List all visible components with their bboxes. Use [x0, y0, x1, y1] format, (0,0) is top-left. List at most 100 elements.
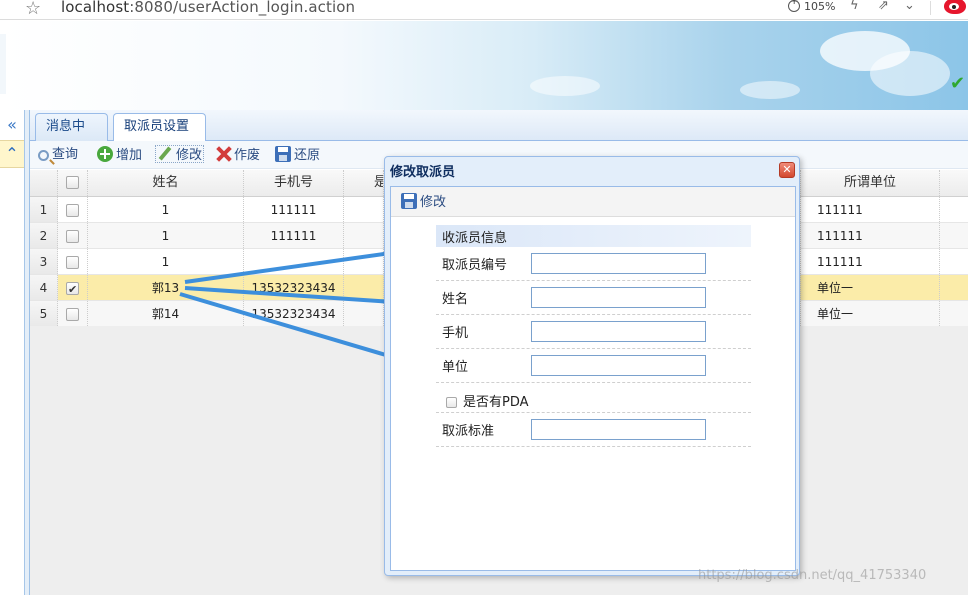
cell-phone: 13532323434	[244, 275, 344, 300]
field-label: 单位	[442, 360, 469, 375]
row-checkbox-cell[interactable]	[58, 249, 88, 274]
add-button[interactable]: 增加	[97, 146, 142, 164]
form-row-courier-no: 取派员编号	[436, 247, 751, 281]
row-number: 5	[30, 301, 58, 326]
has-pda-checkbox-label[interactable]: 是否有PDA	[446, 391, 529, 410]
edit-courier-dialog: 修改取派员 ✕ 修改 收派员信息 取派员编号 姓名 手机 单位 是否有PDA 取…	[384, 156, 800, 576]
row-checkbox[interactable]	[66, 230, 79, 243]
weibo-icon[interactable]	[944, 0, 966, 14]
zoom-icon	[788, 0, 800, 12]
standard-input[interactable]	[531, 419, 706, 440]
share-icon[interactable]: ⇗	[878, 0, 889, 13]
tab-courier-settings[interactable]: 取派员设置×	[113, 113, 206, 159]
header-banner: ✔	[0, 21, 968, 110]
chevron-down-icon[interactable]: ⌄	[904, 0, 915, 13]
section-title: 收派员信息	[442, 231, 508, 246]
plus-icon	[97, 146, 113, 162]
form-row-unit: 单位	[436, 349, 751, 383]
field-label: 手机	[442, 326, 469, 341]
double-chevron-up-icon[interactable]: ⌃	[0, 140, 24, 168]
cell-pda	[344, 301, 384, 326]
cell-unit: 单位一	[800, 301, 940, 326]
field-label: 取派员编号	[442, 258, 508, 273]
edit-button[interactable]: 修改	[155, 145, 205, 163]
cell-phone: 111111	[244, 223, 344, 248]
cell-pda	[344, 223, 384, 248]
save-icon	[401, 193, 417, 209]
cell-pda	[344, 249, 384, 274]
column-header-phone[interactable]: 手机号	[244, 170, 344, 196]
courier-no-input[interactable]	[531, 253, 706, 274]
form-row-name: 姓名	[436, 281, 751, 315]
cloud-decoration	[530, 76, 600, 96]
has-pda-checkbox[interactable]	[446, 397, 457, 408]
row-checkbox-cell[interactable]	[58, 223, 88, 248]
phone-input[interactable]	[531, 321, 706, 342]
row-number: 3	[30, 249, 58, 274]
field-label: 姓名	[442, 292, 469, 307]
column-header-pda[interactable]: 是	[344, 170, 384, 196]
save-icon	[275, 146, 291, 162]
close-icon[interactable]: ✕	[779, 162, 795, 178]
row-number: 1	[30, 197, 58, 222]
form-row-standard: 取派标准	[436, 413, 751, 447]
url-path: :8080/userAction_login.action	[129, 0, 356, 16]
lightning-icon[interactable]: ϟ	[850, 0, 859, 13]
search-icon	[38, 150, 49, 161]
column-header-unit[interactable]: 所谓单位	[800, 170, 940, 196]
row-checkbox[interactable]	[66, 204, 79, 217]
row-checkbox[interactable]	[66, 256, 79, 269]
star-icon[interactable]: ☆	[25, 0, 41, 19]
column-label: 所谓单位	[843, 175, 896, 190]
cloud-decoration	[740, 81, 800, 99]
select-all-checkbox[interactable]	[66, 176, 79, 189]
form-row-pda: 是否有PDA	[436, 383, 751, 413]
query-button[interactable]: 查询	[38, 146, 78, 164]
browser-address-bar: ☆ localhost:8080/userAction_login.action…	[0, 0, 968, 20]
unit-input[interactable]	[531, 355, 706, 376]
column-header-name[interactable]: 姓名	[88, 170, 244, 196]
cell-unit: 111111	[800, 197, 940, 222]
cell-unit: 111111	[800, 223, 940, 248]
zoom-button[interactable]: 105%	[788, 0, 835, 13]
row-checkbox-cell[interactable]	[58, 275, 88, 300]
cell-name: 郭14	[88, 301, 244, 326]
cell-phone	[244, 249, 344, 274]
cell-pda	[344, 275, 384, 300]
save-button[interactable]: 修改	[401, 193, 446, 211]
double-chevron-left-icon[interactable]: «	[0, 112, 24, 140]
zoom-level: 105%	[804, 0, 836, 13]
watermark-text: https://blog.csdn.net/qq_41753340	[698, 568, 927, 583]
query-label: 查询	[52, 147, 79, 162]
name-input[interactable]	[531, 287, 706, 308]
row-checkbox[interactable]	[66, 308, 79, 321]
west-panel-collapsed: « ⌃	[0, 110, 25, 595]
select-all-cell[interactable]	[58, 170, 88, 196]
checkbox-text: 是否有PDA	[463, 395, 529, 410]
cell-unit: 111111	[800, 249, 940, 274]
row-number-header	[30, 170, 58, 196]
cross-icon	[215, 146, 231, 162]
cell-name: 郭13	[88, 275, 244, 300]
form-row-phone: 手机	[436, 315, 751, 349]
row-number: 4	[30, 275, 58, 300]
restore-button[interactable]: 还原	[275, 146, 320, 164]
dialog-title[interactable]: 修改取派员	[390, 161, 455, 180]
dialog-body: 修改 收派员信息 取派员编号 姓名 手机 单位 是否有PDA 取派标准	[390, 186, 796, 571]
row-checkbox-checked[interactable]	[66, 277, 79, 300]
tab-message-center[interactable]: 消息中心	[35, 113, 108, 160]
cell-name: 1	[88, 197, 244, 222]
banner-edge	[0, 34, 6, 94]
void-button[interactable]: 作废	[215, 146, 260, 164]
column-label: 是	[374, 175, 383, 190]
tab-label: 取派员设置	[124, 119, 190, 134]
url-field[interactable]: localhost:8080/userAction_login.action	[61, 0, 355, 16]
column-label: 手机号	[273, 175, 313, 190]
row-checkbox-cell[interactable]	[58, 197, 88, 222]
save-label: 修改	[420, 195, 447, 210]
cell-unit: 单位一	[800, 275, 940, 300]
row-checkbox-cell[interactable]	[58, 301, 88, 326]
column-label: 姓名	[152, 175, 179, 190]
row-number: 2	[30, 223, 58, 248]
tab-strip: 消息中心 取派员设置×	[30, 110, 968, 160]
